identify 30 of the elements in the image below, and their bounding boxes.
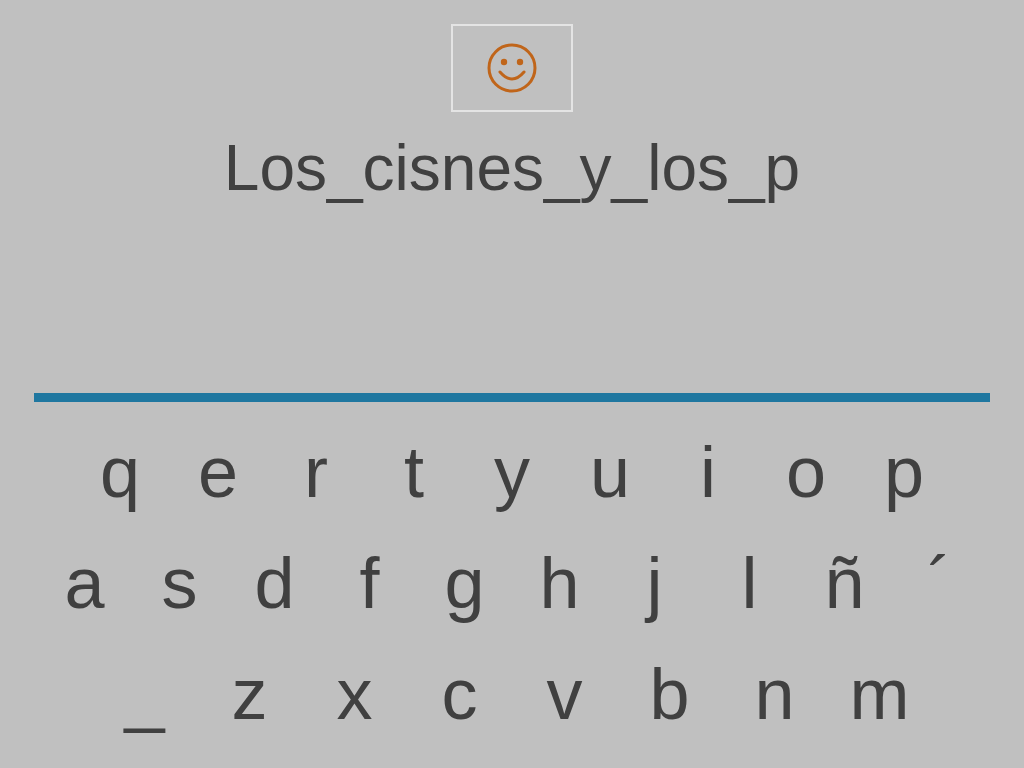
key-button[interactable]: ñ (797, 534, 892, 631)
key-button[interactable]: i (659, 423, 757, 520)
key-button[interactable]: o (757, 423, 855, 520)
smiley-icon (486, 42, 538, 94)
key-button[interactable]: d (227, 534, 322, 631)
key-button[interactable]: p (855, 423, 953, 520)
key-button[interactable]: s (132, 534, 227, 631)
key-button[interactable]: m (827, 645, 932, 742)
key-button[interactable]: r (267, 423, 365, 520)
key-button[interactable]: e (169, 423, 267, 520)
hint-button[interactable] (451, 24, 573, 112)
key-button[interactable]: z (197, 645, 302, 742)
key-button[interactable]: l (702, 534, 797, 631)
key-button[interactable]: ´ (892, 534, 987, 631)
key-button[interactable]: _ (92, 645, 197, 742)
key-button[interactable]: y (463, 423, 561, 520)
key-button[interactable]: n (722, 645, 827, 742)
key-button[interactable]: q (71, 423, 169, 520)
key-button[interactable]: a (37, 534, 132, 631)
key-button[interactable]: x (302, 645, 407, 742)
key-button[interactable]: c (407, 645, 512, 742)
key-button[interactable]: g (417, 534, 512, 631)
key-button[interactable]: j (607, 534, 702, 631)
key-button[interactable]: f (322, 534, 417, 631)
key-button[interactable]: h (512, 534, 607, 631)
key-button[interactable]: b (617, 645, 722, 742)
key-button[interactable]: u (561, 423, 659, 520)
key-button[interactable]: v (512, 645, 617, 742)
answer-text: Los_cisnes_y_los_p (223, 132, 801, 204)
key-button[interactable]: t (365, 423, 463, 520)
